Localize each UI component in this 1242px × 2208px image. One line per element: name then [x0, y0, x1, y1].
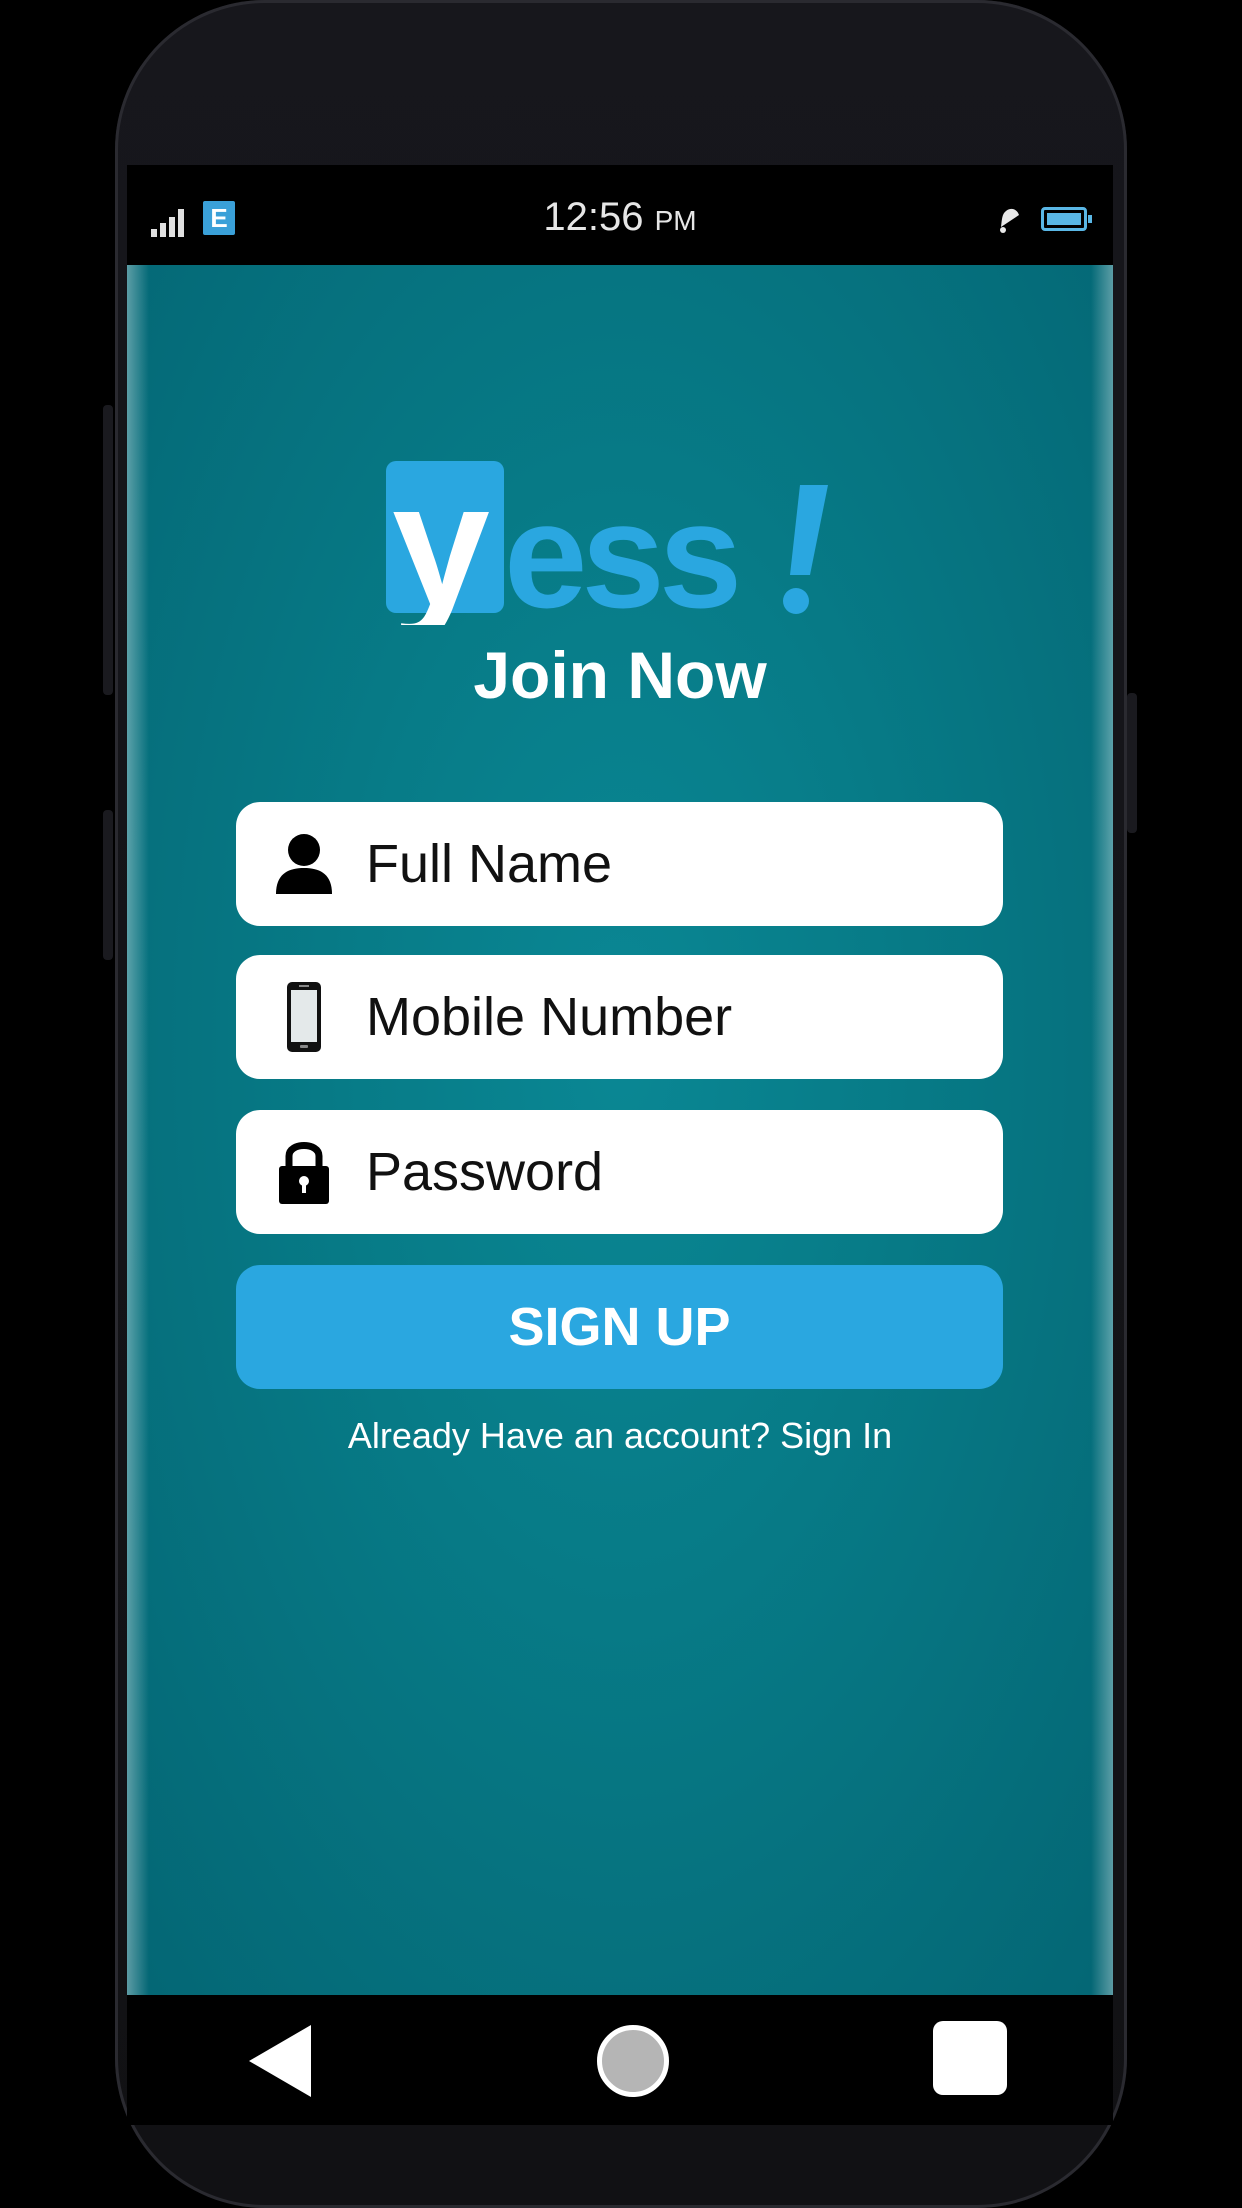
screen-edge-highlight: [1091, 265, 1113, 1995]
person-icon: [272, 828, 336, 900]
svg-text:y: y: [392, 455, 490, 625]
battery-icon: [1041, 207, 1092, 231]
status-clock: 12:56 PM: [127, 195, 1113, 240]
clock-time: 12:56: [543, 195, 644, 239]
side-button: [103, 810, 113, 960]
mobile-number-field[interactable]: Mobile Number: [236, 955, 1003, 1079]
screen-edge-highlight: [127, 265, 149, 1995]
clock-ampm: PM: [654, 205, 697, 236]
password-field[interactable]: Password: [236, 1110, 1003, 1234]
sign-up-button[interactable]: SIGN UP: [236, 1265, 1003, 1389]
phone-screen: E 12:56 PM y ess Join Now Full Name Mobi…: [127, 165, 1113, 2125]
recent-apps-icon[interactable]: [933, 2021, 1007, 2095]
smartphone-icon: [272, 981, 336, 1053]
home-icon[interactable]: [597, 2025, 669, 2097]
navigation-bar: [127, 1995, 1113, 2125]
back-icon[interactable]: [249, 2025, 311, 2097]
bell-icon: [1000, 208, 1019, 233]
signup-screen: y ess Join Now Full Name Mobile Number P…: [127, 265, 1113, 1995]
yess-logo: y ess: [386, 455, 828, 625]
status-bar: E 12:56 PM: [127, 165, 1113, 265]
sign-in-link[interactable]: Already Have an account? Sign In: [127, 1415, 1113, 1457]
page-title: Join Now: [473, 638, 767, 712]
svg-text:ess: ess: [504, 471, 737, 625]
power-button: [1127, 693, 1137, 833]
full-name-placeholder: Full Name: [366, 834, 613, 894]
full-name-field[interactable]: Full Name: [236, 802, 1003, 926]
mobile-number-placeholder: Mobile Number: [366, 987, 733, 1047]
volume-button: [103, 405, 113, 695]
lock-icon: [272, 1136, 336, 1208]
password-placeholder: Password: [366, 1142, 604, 1202]
